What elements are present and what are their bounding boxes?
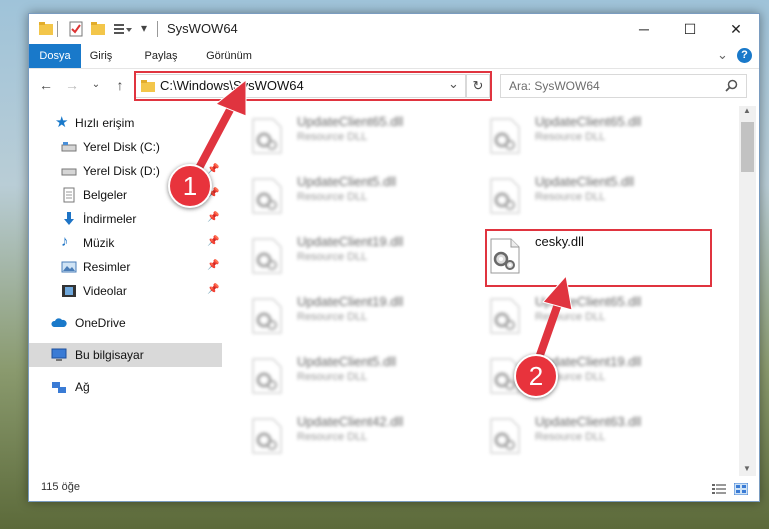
arrow-2-shaft [536, 300, 562, 359]
arrow-1-shaft [194, 102, 236, 174]
arrow-2-head [542, 274, 573, 311]
step-1-badge: 1 [168, 164, 212, 208]
annotation-arrows [194, 78, 573, 359]
step-2-badge: 2 [514, 354, 558, 398]
